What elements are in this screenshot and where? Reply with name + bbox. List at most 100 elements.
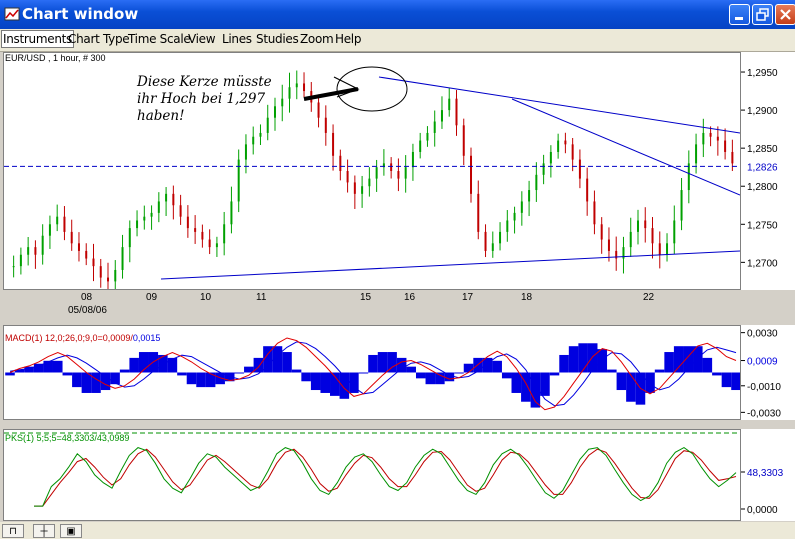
candle-body [673, 220, 676, 244]
candle-body [317, 102, 320, 118]
candle-body [709, 132, 712, 137]
macd-histogram-bar [110, 372, 120, 385]
minimize-button[interactable] [729, 4, 750, 25]
pks-label: PKS(1) 5;5;5=48,3303/43,0989 [5, 433, 130, 443]
macd-histogram-bar [463, 363, 474, 373]
menu-instruments[interactable]: Instruments [1, 30, 74, 48]
candle-body [85, 250, 88, 259]
candle-body [121, 247, 124, 270]
candle-body [666, 243, 669, 255]
candle-body [535, 174, 538, 191]
macd-histogram-bar [482, 357, 493, 373]
macd-histogram-bar [282, 352, 292, 373]
macd-histogram-bar [501, 372, 512, 379]
candle-body [230, 201, 233, 225]
macd-histogram-bar [549, 372, 560, 376]
menu-time-scale[interactable]: Time Scale [128, 32, 191, 46]
macd-histogram-bar [415, 372, 426, 379]
menu-studies[interactable]: Studies [256, 32, 299, 46]
candle-body [332, 132, 335, 156]
candle-body [70, 231, 73, 244]
price-axis-area: 1,2950 1,2900 1,2850 1,2800 1,2750 1,2700 1,28… [741, 52, 795, 290]
macd-histogram-bar [43, 360, 53, 373]
time-tick-label: 18 [521, 292, 533, 303]
candle-body [56, 216, 59, 225]
candle-body [114, 269, 117, 282]
menu-chart-type[interactable]: Chart Type [68, 32, 130, 46]
menu-view[interactable]: View [188, 32, 216, 46]
candle-body [607, 239, 610, 251]
candle-body [731, 151, 734, 164]
pin-button[interactable]: ⊓ [2, 524, 24, 538]
candle-body [702, 132, 705, 145]
macd-histogram-bar [310, 372, 321, 391]
close-button[interactable] [775, 4, 795, 25]
candle-body [499, 231, 502, 244]
macd-histogram-bar [492, 360, 502, 373]
candle-body [41, 235, 44, 255]
candle-body [513, 212, 516, 221]
candle-body [303, 83, 306, 92]
pks-chart-svg [4, 432, 740, 507]
macd-histogram-bar [320, 372, 331, 393]
macd-histogram-bar [119, 369, 130, 373]
chart-app-icon [4, 7, 20, 21]
candle-body [571, 144, 574, 160]
price-tick-label: 1,2850 [747, 144, 778, 155]
crosshair-icon: ┼ [40, 526, 48, 537]
snapshot-button[interactable]: ▣ [60, 524, 82, 538]
candle-body [557, 140, 560, 152]
camera-icon: ▣ [66, 526, 76, 537]
candle-body [520, 201, 523, 213]
macd-histogram-bar [62, 372, 73, 376]
time-tick-label: 09 [146, 292, 158, 303]
candle-body [506, 220, 509, 232]
candle-body [542, 163, 545, 175]
candle-body [390, 163, 393, 171]
candle-body [491, 243, 494, 251]
pin-icon: ⊓ [9, 526, 17, 537]
candle-body [361, 186, 364, 194]
menu-lines[interactable]: Lines [222, 32, 252, 46]
candle-body [172, 193, 175, 206]
macd-histogram-bar [52, 360, 63, 373]
candle-body [281, 98, 284, 107]
macd-histogram-bar [100, 372, 111, 391]
macd-histogram-bar [196, 372, 206, 388]
macd-histogram-bar [702, 357, 713, 373]
time-tick-label: 17 [462, 292, 474, 303]
menu-zoom[interactable]: Zoom [300, 32, 334, 46]
descending-trend-line [511, 98, 740, 196]
candle-body [107, 277, 110, 282]
candle-body [295, 83, 298, 88]
candle-body [12, 266, 15, 268]
crosshair-button[interactable]: ┼ [33, 524, 55, 538]
macd-axis-svg: 0,0030 0,0009 -0,0010 -0,0030 [741, 329, 781, 419]
candle-body [27, 247, 30, 255]
candle-body [77, 243, 80, 251]
candle-body [150, 212, 153, 217]
macd-label: MACD(1) 12,0;26,0;9,0=0,0009/0,0015 [5, 333, 161, 343]
menu-help[interactable]: Help [335, 32, 361, 46]
pks-d-line [34, 448, 737, 507]
macd-histogram-bar [406, 366, 416, 373]
macd-histogram-bar [301, 372, 311, 382]
current-price-label: 1,2826 [747, 162, 778, 173]
candle-body [215, 243, 218, 248]
candle-body [593, 201, 596, 225]
candle-body [477, 193, 480, 232]
time-tick-label: 10 [200, 292, 212, 303]
price-tick-label: 1,2700 [747, 258, 778, 269]
macd-histogram-bar [712, 372, 722, 376]
restore-icon [756, 8, 769, 21]
macd-histogram-bar [177, 372, 187, 376]
macd-histogram-bar [454, 372, 464, 374]
pks-axis-area: 48,3303 0,0000 [741, 429, 795, 521]
candle-body [716, 136, 719, 141]
candle-body [578, 159, 581, 179]
candle-body [99, 266, 102, 278]
candle-body [404, 167, 407, 179]
macd-histogram-bar [654, 369, 665, 373]
restore-button[interactable] [752, 4, 773, 25]
price-chart-panel[interactable] [3, 52, 741, 290]
